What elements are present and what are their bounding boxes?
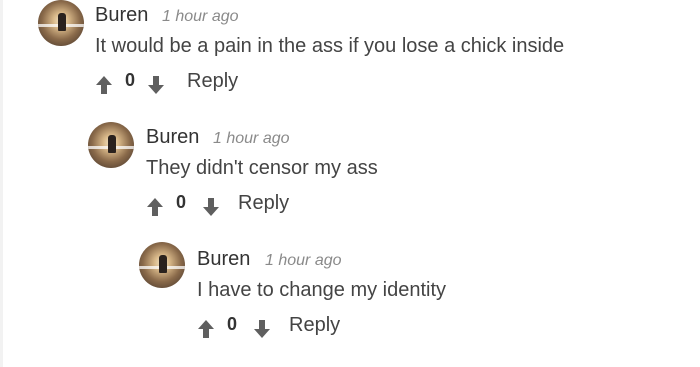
comment: Buren 1 hour ago I have to change my ide… [0,242,700,357]
comment: Buren 1 hour ago It would be a pain in t… [0,0,700,115]
reply-button[interactable]: Reply [238,192,289,215]
comment-author[interactable]: Buren [95,4,148,27]
vote-count: 0 [176,192,187,212]
comment: Buren 1 hour ago They didn't censor my a… [0,120,700,235]
comment-text: I have to change my identity [197,279,447,301]
reply-button[interactable]: Reply [289,314,340,337]
arrow-down-icon[interactable] [147,75,165,95]
comment-author[interactable]: Buren [146,126,199,149]
arrow-down-icon[interactable] [202,197,220,217]
comment-timestamp: 1 hour ago [265,252,342,269]
comment-timestamp: 1 hour ago [213,130,290,147]
vote-count: 0 [125,70,136,90]
arrow-up-icon[interactable] [197,319,215,339]
comment-text: It would be a pain in the ass if you los… [95,35,565,57]
comment-actions: 0 Reply [197,314,357,342]
avatar[interactable] [139,242,185,288]
arrow-down-icon[interactable] [253,319,271,339]
comment-actions: 0 Reply [146,192,306,220]
comment-text: They didn't censor my ass [146,157,378,179]
avatar[interactable] [38,0,84,46]
comment-author[interactable]: Buren [197,248,250,271]
avatar[interactable] [88,122,134,168]
comment-timestamp: 1 hour ago [162,8,239,25]
arrow-up-icon[interactable] [146,197,164,217]
vote-count: 0 [227,314,238,334]
comment-actions: 0 Reply [95,70,255,98]
reply-button[interactable]: Reply [187,70,238,93]
arrow-up-icon[interactable] [95,75,113,95]
